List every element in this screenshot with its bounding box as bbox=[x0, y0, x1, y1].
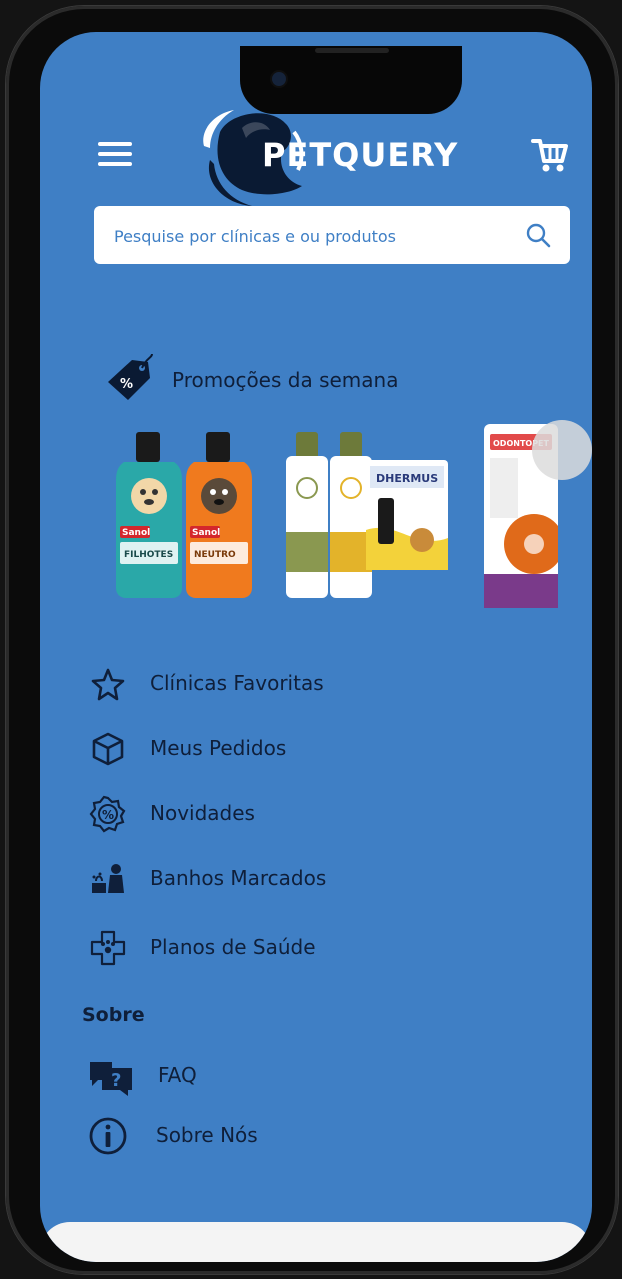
product-dhermus[interactable]: DHERMUS bbox=[366, 460, 448, 570]
menu-item-sobre-nos[interactable]: Sobre Nós bbox=[88, 1116, 508, 1156]
info-icon bbox=[89, 1117, 127, 1155]
product-brand: Sanol bbox=[192, 528, 220, 538]
box-icon bbox=[92, 732, 124, 766]
menu-label: Planos de Saúde bbox=[150, 935, 316, 959]
menu-item-novidades[interactable]: % Novidades bbox=[88, 794, 508, 834]
phone-frame: PETQUERY % Promoções da semana bbox=[6, 6, 618, 1274]
menu-item-faq[interactable]: ? FAQ bbox=[88, 1056, 508, 1096]
menu-label: Meus Pedidos bbox=[150, 736, 287, 760]
svg-text:%: % bbox=[102, 808, 114, 822]
menu-label: FAQ bbox=[158, 1063, 197, 1087]
product-name: NEUTRO bbox=[194, 550, 236, 560]
svg-text:%: % bbox=[120, 377, 133, 392]
star-icon bbox=[91, 668, 125, 701]
menu-item-meus-pedidos[interactable]: Meus Pedidos bbox=[88, 729, 508, 769]
search-icon[interactable] bbox=[524, 221, 552, 249]
product-name: FILHOTES bbox=[124, 550, 173, 560]
search-input[interactable] bbox=[112, 206, 496, 266]
app-screen: PETQUERY % Promoções da semana bbox=[40, 32, 592, 1262]
bottom-bar bbox=[40, 1222, 592, 1262]
menu-item-planos-de-saude[interactable]: Planos de Saúde bbox=[88, 928, 508, 968]
discount-badge-icon: % bbox=[89, 795, 126, 833]
menu-label: Banhos Marcados bbox=[150, 866, 327, 890]
menu-item-clinicas-favoritas[interactable]: Clínicas Favoritas bbox=[88, 664, 508, 704]
hamburger-line bbox=[98, 152, 132, 156]
search-bar bbox=[94, 206, 570, 266]
touch-indicator bbox=[532, 420, 592, 480]
product-sanol-filhotes[interactable]: Sanol FILHOTES bbox=[114, 432, 184, 598]
discount-tag-icon: % bbox=[108, 353, 153, 400]
menu-item-banhos-marcados[interactable]: Banhos Marcados bbox=[88, 859, 508, 899]
menu-label: Novidades bbox=[150, 801, 255, 825]
promotions-title: Promoções da semana bbox=[172, 368, 399, 392]
cart-icon[interactable] bbox=[530, 135, 570, 175]
front-camera bbox=[272, 72, 286, 86]
faq-chat-icon: ? bbox=[90, 1062, 132, 1096]
hamburger-menu-button[interactable] bbox=[98, 142, 132, 170]
about-section-title: Sobre bbox=[82, 1004, 145, 1026]
brand-name: PETQUERY bbox=[262, 136, 459, 174]
product-shampoo-duo[interactable] bbox=[284, 432, 374, 598]
product-brand: DHERMUS bbox=[376, 472, 438, 485]
svg-text:?: ? bbox=[111, 1070, 121, 1091]
health-plan-icon bbox=[90, 930, 126, 966]
hamburger-line bbox=[98, 142, 132, 146]
menu-label: Sobre Nós bbox=[156, 1123, 258, 1147]
product-brand: Sanol bbox=[122, 528, 150, 538]
menu-label: Clínicas Favoritas bbox=[150, 671, 324, 695]
speaker-grille bbox=[315, 48, 389, 53]
hamburger-line bbox=[98, 162, 132, 166]
product-sanol-neutro[interactable]: Sanol NEUTRO bbox=[184, 432, 254, 598]
pet-bath-icon bbox=[92, 864, 124, 893]
